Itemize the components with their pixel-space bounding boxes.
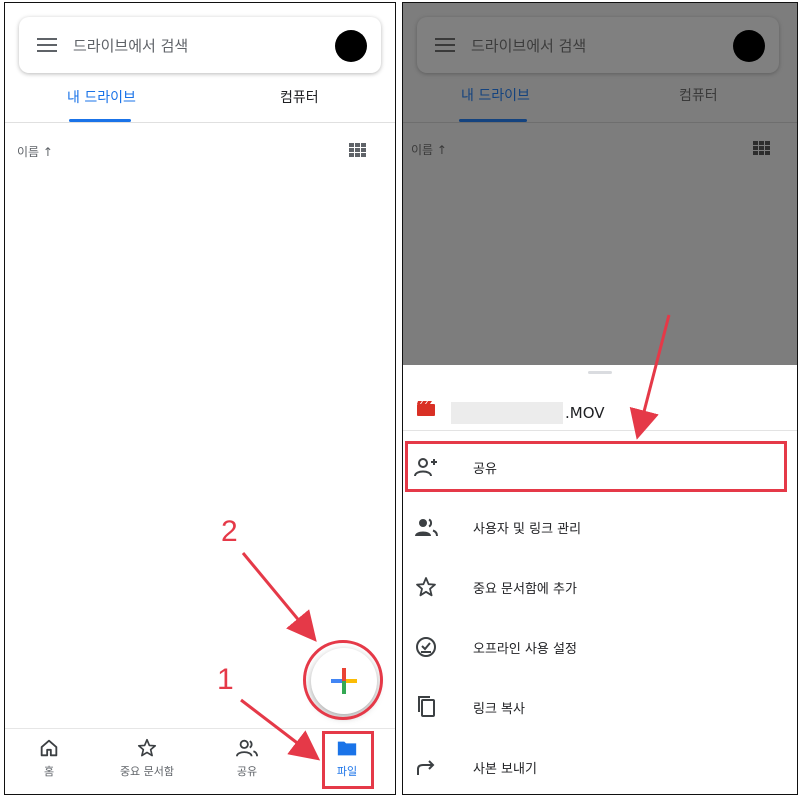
drive-file-options-screen: 드라이브에서 검색 내 드라이브 컴퓨터 이름 ↑ .MOV 공유 사용자 및 … <box>402 2 798 795</box>
menu-send-copy-label: 사본 보내기 <box>473 762 537 777</box>
tab-my-drive[interactable]: 내 드라이브 <box>67 87 136 107</box>
sort-by-name-button[interactable]: 이름 ↑ <box>17 143 53 160</box>
home-icon <box>40 739 58 757</box>
search-input[interactable]: 드라이브에서 검색 <box>73 35 188 56</box>
nav-starred-label: 중요 문서함 <box>119 765 175 778</box>
menu-icon[interactable] <box>37 38 57 52</box>
nav-home[interactable]: 홈 <box>7 737 91 779</box>
copy-icon <box>418 696 435 717</box>
files-tab-highlight-box <box>322 731 374 789</box>
forward-arrow-icon <box>417 760 435 775</box>
share-option-highlight-box <box>405 441 787 492</box>
tab-computers[interactable]: 컴퓨터 <box>280 87 319 107</box>
menu-make-available-offline-label: 오프라인 사용 설정 <box>473 642 577 657</box>
offline-check-icon <box>416 637 436 657</box>
sort-label-dimmed: 이름 ↑ <box>411 143 447 157</box>
step-1-label: 1 <box>217 663 234 696</box>
star-outline-icon <box>416 577 436 597</box>
file-name-redacted <box>451 402 563 424</box>
menu-manage-people-links-label: 사용자 및 링크 관리 <box>473 522 582 537</box>
grid-view-icon <box>753 141 771 157</box>
video-file-icon <box>417 401 435 416</box>
step-2-label: 2 <box>221 515 238 548</box>
search-bar[interactable]: 드라이브에서 검색 <box>19 17 381 73</box>
drive-home-screen: 드라이브에서 검색 내 드라이브 컴퓨터 이름 ↑ 홈 중요 문서함 공유 파일… <box>4 2 396 795</box>
fab-highlight-circle <box>303 640 383 720</box>
tab-computers-dimmed: 컴퓨터 <box>679 88 718 104</box>
menu-make-available-offline[interactable]: 오프라인 사용 설정 <box>403 619 797 675</box>
grid-view-icon[interactable] <box>349 143 367 159</box>
avatar[interactable] <box>335 30 367 62</box>
nav-shared-label: 공유 <box>236 765 258 778</box>
menu-copy-link-label: 링크 복사 <box>473 702 525 717</box>
file-extension: .MOV <box>565 404 605 422</box>
menu-manage-people-links[interactable]: 사용자 및 링크 관리 <box>403 499 797 555</box>
dimmed-background[interactable]: 드라이브에서 검색 내 드라이브 컴퓨터 이름 ↑ <box>403 3 797 365</box>
people-icon <box>236 739 258 757</box>
menu-copy-link[interactable]: 링크 복사 <box>403 679 797 735</box>
nav-shared[interactable]: 공유 <box>205 737 289 779</box>
nav-home-label: 홈 <box>43 765 55 778</box>
tab-divider-dimmed <box>403 122 797 123</box>
menu-icon <box>435 38 455 52</box>
menu-add-to-starred[interactable]: 중요 문서함에 추가 <box>403 559 797 615</box>
star-icon <box>137 738 157 757</box>
tab-divider <box>5 122 395 123</box>
avatar <box>733 30 765 62</box>
menu-send-copy[interactable]: 사본 보내기 <box>403 739 797 794</box>
file-options-bottom-sheet: .MOV 공유 사용자 및 링크 관리 중요 문서함에 추가 오프라인 사용 설… <box>403 365 797 794</box>
search-bar-dimmed: 드라이브에서 검색 <box>417 17 779 73</box>
arrow-to-fab <box>241 552 317 642</box>
selected-file-header: .MOV <box>403 381 797 431</box>
search-input-dimmed: 드라이브에서 검색 <box>471 37 587 55</box>
nav-starred[interactable]: 중요 문서함 <box>105 737 189 779</box>
menu-add-to-starred-label: 중요 문서함에 추가 <box>473 582 577 597</box>
tab-my-drive-dimmed: 내 드라이브 <box>461 88 530 104</box>
sheet-drag-handle[interactable] <box>588 371 612 374</box>
manage-people-icon <box>415 518 438 537</box>
